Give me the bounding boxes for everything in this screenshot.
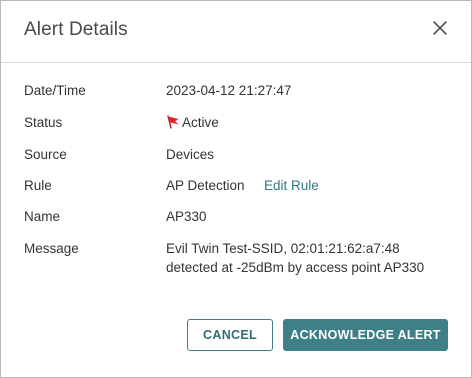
status-label: Status xyxy=(24,115,63,130)
close-icon[interactable] xyxy=(431,19,449,37)
message-label: Message xyxy=(24,241,79,256)
rule-value: AP Detection xyxy=(166,178,245,193)
status-value-container: Active xyxy=(166,113,219,135)
alert-details-dialog: Alert Details Date/Time 2023-04-12 21:27… xyxy=(0,0,472,378)
source-row: Source Devices xyxy=(1,145,471,165)
acknowledge-alert-button[interactable]: ACKNOWLEDGE ALERT xyxy=(283,319,448,351)
rule-row: Rule AP Detection Edit Rule xyxy=(1,176,471,196)
dialog-title: Alert Details xyxy=(24,19,128,40)
edit-rule-link[interactable]: Edit Rule xyxy=(264,176,319,196)
name-row: Name AP330 xyxy=(1,207,471,227)
source-label: Source xyxy=(24,147,67,162)
cancel-button[interactable]: CANCEL xyxy=(187,319,273,351)
dialog-header: Alert Details xyxy=(1,1,471,63)
status-row: Status Active xyxy=(1,113,471,133)
source-value: Devices xyxy=(166,147,215,162)
datetime-label: Date/Time xyxy=(24,83,86,98)
name-value: AP330 xyxy=(166,209,207,224)
rule-label: Rule xyxy=(24,178,52,193)
datetime-value: 2023-04-12 21:27:47 xyxy=(166,83,292,98)
red-flag-icon xyxy=(166,115,180,135)
datetime-row: Date/Time 2023-04-12 21:27:47 xyxy=(1,81,471,101)
name-label: Name xyxy=(24,209,61,224)
message-row: Message Evil Twin Test-SSID, 02:01:21:62… xyxy=(1,239,471,279)
message-value: Evil Twin Test-SSID, 02:01:21:62:a7:48 d… xyxy=(166,241,425,275)
status-value: Active xyxy=(182,115,219,130)
